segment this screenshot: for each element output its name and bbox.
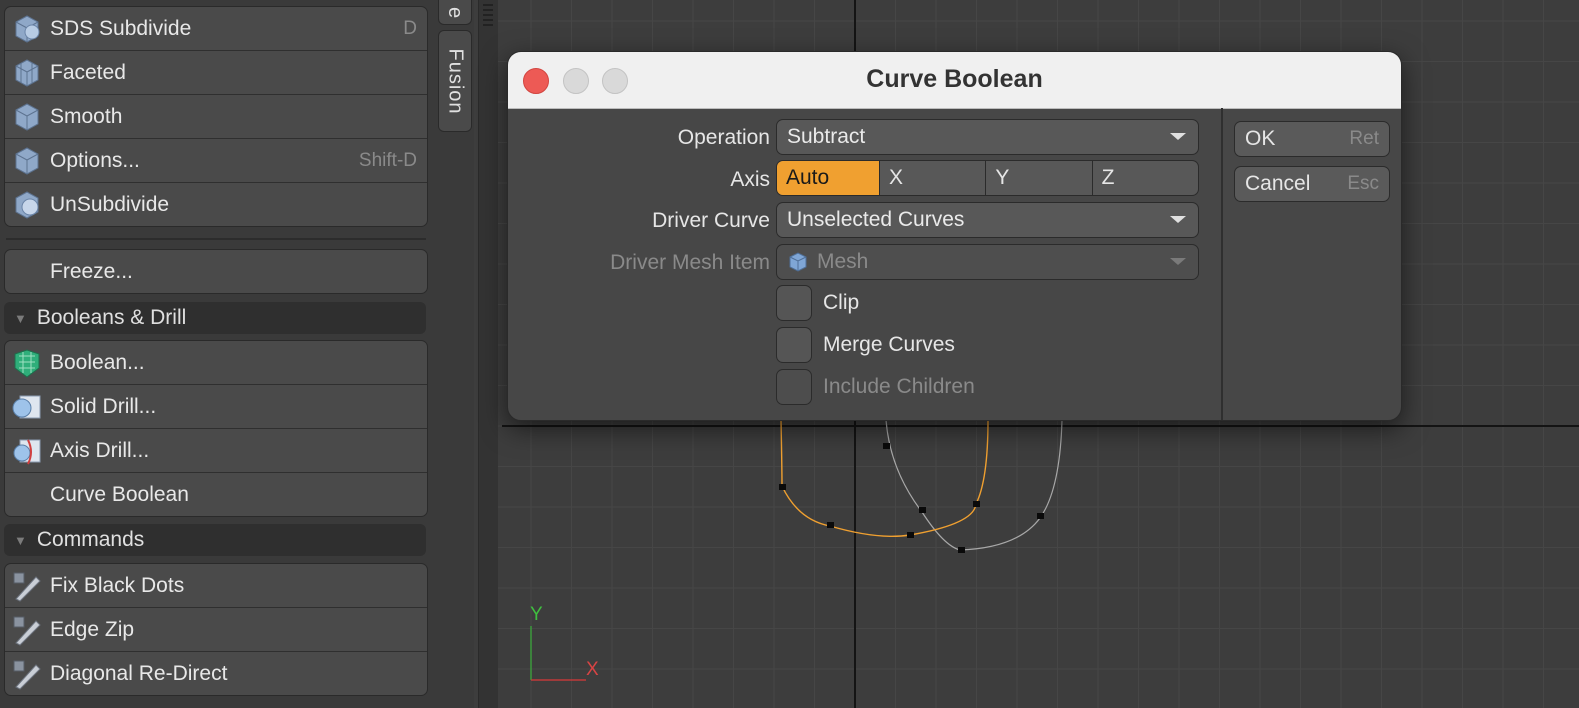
- edge-zip-label: Edge Zip: [50, 617, 135, 641]
- commands-button-group: Fix Black Dots Edge Zip Diagonal Re-Dire…: [4, 563, 428, 696]
- subdivide-button-group: SDS Subdivide D Faceted Smooth Options..…: [4, 6, 428, 227]
- dialog-titlebar[interactable]: Curve Boolean: [508, 52, 1401, 109]
- axis-label: Axis: [730, 168, 770, 191]
- ok-label: OK: [1245, 127, 1276, 150]
- cancel-label: Cancel: [1245, 172, 1311, 195]
- solid-drill-button[interactable]: Solid Drill...: [5, 385, 427, 429]
- merge-curves-checkbox[interactable]: [776, 327, 812, 363]
- smooth-icon: [15, 102, 39, 131]
- freeze-button-group: Freeze...: [4, 249, 428, 294]
- axis-gizmo-x-label: X: [586, 659, 599, 680]
- sds-subdivide-label: SDS Subdivide: [50, 16, 192, 40]
- tab-partial-label: e: [444, 6, 467, 19]
- knife-icon: [13, 572, 41, 602]
- collapse-triangle-icon: ▼: [14, 532, 27, 548]
- diagonal-redirect-label: Diagonal Re-Direct: [50, 661, 228, 685]
- cancel-shortcut: Esc: [1347, 173, 1379, 194]
- merge-curves-checkbox-row[interactable]: Merge Curves: [776, 327, 955, 363]
- curve-boolean-button[interactable]: Curve Boolean: [5, 473, 427, 516]
- tab-fusion-label: Fusion: [444, 47, 467, 115]
- driver-curve-label: Driver Curve: [652, 209, 770, 232]
- faceted-button[interactable]: Faceted: [5, 51, 427, 95]
- axis-drill-button[interactable]: Axis Drill...: [5, 429, 427, 473]
- commands-header[interactable]: ▼ Commands: [4, 524, 426, 556]
- driver-curve-value: Unselected Curves: [787, 208, 965, 231]
- boolean-button[interactable]: Boolean...: [5, 341, 427, 385]
- chevron-down-icon: [1170, 258, 1186, 265]
- operation-value: Subtract: [787, 125, 866, 148]
- axis-segmented-control: Auto X Y Z: [776, 160, 1199, 196]
- unsubdivide-icon: [15, 190, 39, 219]
- sds-subdivide-button[interactable]: SDS Subdivide D: [5, 7, 427, 51]
- smooth-button[interactable]: Smooth: [5, 95, 427, 139]
- freeze-button[interactable]: Freeze...: [5, 250, 427, 293]
- commands-title: Commands: [36, 528, 145, 551]
- booleans-drill-header[interactable]: ▼ Booleans & Drill: [4, 302, 426, 334]
- fix-black-dots-label: Fix Black Dots: [50, 573, 185, 597]
- clip-checkbox-row[interactable]: Clip: [776, 285, 859, 321]
- tab-fusion[interactable]: Fusion: [438, 30, 472, 132]
- include-children-label: Include Children: [823, 375, 975, 398]
- cancel-button[interactable]: Cancel Esc: [1234, 166, 1390, 202]
- sds-subdivide-icon: [15, 14, 40, 43]
- grip-handle-icon[interactable]: [483, 4, 493, 32]
- dialog-divider: [1221, 108, 1223, 420]
- ok-shortcut: Ret: [1349, 128, 1379, 149]
- driver-mesh-item-label: Driver Mesh Item: [610, 251, 770, 274]
- axis-option-auto[interactable]: Auto: [777, 161, 880, 195]
- options-button[interactable]: Options... Shift-D: [5, 139, 427, 183]
- include-children-checkbox: [776, 369, 812, 405]
- tab-partial[interactable]: e: [438, 0, 472, 25]
- collapse-triangle-icon: ▼: [14, 310, 27, 326]
- faceted-label: Faceted: [50, 60, 126, 84]
- axis-option-x[interactable]: X: [880, 161, 987, 195]
- unsubdivide-button[interactable]: UnSubdivide: [5, 183, 427, 226]
- freeze-label: Freeze...: [50, 259, 133, 283]
- curve-boolean-label: Curve Boolean: [50, 482, 189, 506]
- diagonal-redirect-button[interactable]: Diagonal Re-Direct: [5, 652, 427, 695]
- options-icon: [15, 146, 39, 175]
- solid-drill-icon: [12, 395, 41, 418]
- chevron-down-icon: [1170, 133, 1186, 140]
- axis-option-y[interactable]: Y: [986, 161, 1093, 195]
- knife-icon: [13, 616, 41, 646]
- fix-black-dots-button[interactable]: Fix Black Dots: [5, 564, 427, 608]
- panel-divider: [6, 238, 426, 240]
- knife-icon: [13, 660, 41, 690]
- chevron-down-icon: [1170, 216, 1186, 223]
- operation-label: Operation: [677, 126, 770, 149]
- smooth-label: Smooth: [50, 104, 123, 128]
- axis-drill-label: Axis Drill...: [50, 438, 150, 462]
- include-children-checkbox-row: Include Children: [776, 369, 975, 405]
- booleans-button-group: Boolean... Solid Drill... Axis Drill... …: [4, 340, 428, 517]
- edge-zip-button[interactable]: Edge Zip: [5, 608, 427, 652]
- unsubdivide-label: UnSubdivide: [50, 192, 170, 216]
- solid-drill-label: Solid Drill...: [50, 394, 157, 418]
- driver-mesh-item-value: Mesh: [817, 250, 869, 273]
- faceted-icon: [15, 58, 39, 87]
- boolean-label: Boolean...: [50, 350, 145, 374]
- curve-boolean-dialog: Curve Boolean Operation Subtract Axis Au…: [507, 51, 1402, 421]
- clip-checkbox[interactable]: [776, 285, 812, 321]
- options-shortcut: Shift-D: [358, 149, 417, 171]
- axis-drill-icon: [13, 439, 41, 464]
- ok-button[interactable]: OK Ret: [1234, 121, 1390, 157]
- axis-gizmo-y-label: Y: [530, 604, 543, 625]
- sds-subdivide-shortcut: D: [403, 17, 417, 39]
- clip-label: Clip: [823, 291, 860, 314]
- mesh-cube-icon: [789, 252, 807, 272]
- driver-curve-dropdown[interactable]: Unselected Curves: [776, 202, 1199, 238]
- merge-curves-label: Merge Curves: [823, 333, 955, 356]
- operation-dropdown[interactable]: Subtract: [776, 119, 1199, 155]
- dialog-title: Curve Boolean: [866, 65, 1043, 93]
- options-label: Options...: [50, 148, 140, 172]
- driver-mesh-item-dropdown: Mesh: [776, 244, 1199, 280]
- booleans-drill-title: Booleans & Drill: [36, 306, 187, 329]
- tool-panel: SDS Subdivide D Faceted Smooth Options..…: [0, 0, 432, 708]
- boolean-icon: [14, 348, 40, 378]
- axis-option-z[interactable]: Z: [1093, 161, 1198, 195]
- panel-splitter[interactable]: [478, 0, 499, 708]
